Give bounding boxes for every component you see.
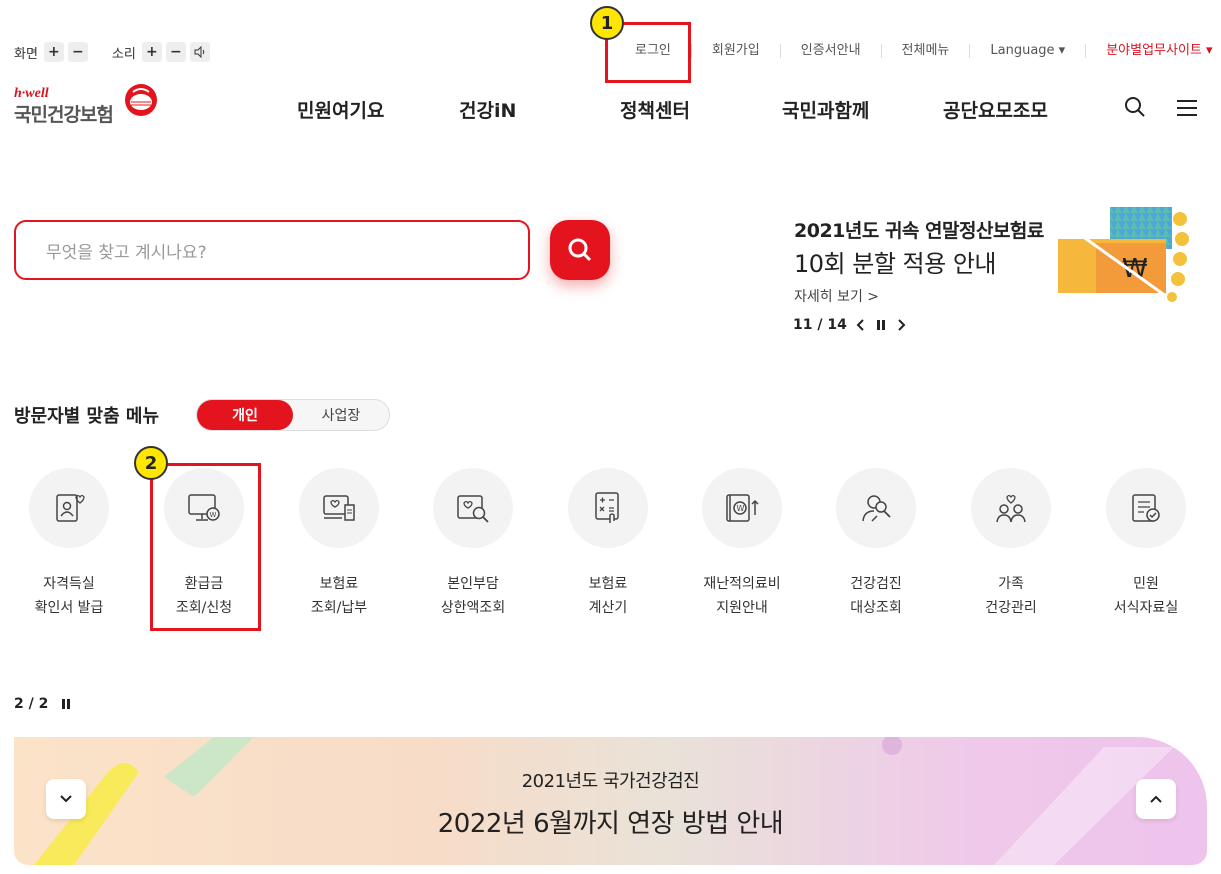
annotation-badge-2: 2 <box>134 446 168 480</box>
banner-down-button[interactable] <box>46 779 86 819</box>
service-civil-forms[interactable]: 민원 서식자료실 <box>1076 468 1216 620</box>
qualification-icon <box>56 494 85 522</box>
service-health-checkup[interactable]: 건강검진 대상조회 <box>806 468 946 620</box>
service-label-line2: 상한액조회 <box>440 600 506 616</box>
calculator-icon <box>595 492 619 523</box>
banner-more-link[interactable]: 자세히 보기 > <box>794 286 879 306</box>
hamburger-menu-icon[interactable] <box>1176 99 1198 117</box>
checkup-banner-title-1: 2021년도 국가건강검진 <box>521 771 700 792</box>
certificate-guide-link[interactable]: 인증서안내 <box>779 44 881 58</box>
service-label-line1: 보험료 <box>319 576 359 592</box>
chevron-down-icon <box>60 795 72 803</box>
service-label-line1: 재난적의료비 <box>703 576 781 592</box>
service-qualification[interactable]: 자격득실 확인서 발급 <box>0 468 139 620</box>
screen-zoom-out-button[interactable]: − <box>67 42 88 62</box>
service-disaster-medical[interactable]: W 재난적의료비 지원안내 <box>672 468 812 620</box>
search-input[interactable]: 무엇을 찾고 계시나요? <box>14 220 530 280</box>
language-select[interactable]: Language ▾ <box>969 44 1085 58</box>
nav-with-people[interactable]: 국민과함께 <box>782 96 869 123</box>
business-sites-select[interactable]: 분야별업무사이트 ▾ <box>1085 44 1213 58</box>
all-menu-link[interactable]: 전체메뉴 <box>880 44 970 58</box>
sound-label: 소리 <box>111 46 136 62</box>
forms-icon <box>1132 494 1160 522</box>
nav-corporation-info[interactable]: 공단요모조모 <box>943 96 1048 123</box>
annotation-badge-1: 1 <box>590 6 624 40</box>
service-label-line1: 보험료 <box>588 576 628 592</box>
quick-menu-total-pages: 2 <box>38 696 49 712</box>
copay-search-icon <box>457 495 489 523</box>
nav-civil-service[interactable]: 민원여기요 <box>297 96 384 123</box>
service-label-line2: 지원안내 <box>716 600 768 616</box>
service-premium-payment[interactable]: 보험료 조회/납부 <box>269 468 409 620</box>
service-label-line2: 확인서 발급 <box>34 600 104 616</box>
decorative-shapes <box>34 737 1174 865</box>
visitor-type-toggle: 개인 사업장 <box>196 399 390 431</box>
banner-pager: 11 / 14 <box>793 317 907 333</box>
service-premium-calculator[interactable]: 보험료 계산기 <box>538 468 678 620</box>
speaker-icon[interactable] <box>189 42 210 62</box>
nav-health-in[interactable]: 건강iN <box>459 96 516 123</box>
service-label-line2: 조회/납부 <box>310 600 368 616</box>
svg-text:W: W <box>737 504 745 513</box>
screen-zoom-in-button[interactable]: + <box>43 42 64 62</box>
service-label-line2: 계산기 <box>588 600 628 616</box>
banner-title-1: 2021년도 귀속 연말정산보험료 <box>794 220 1044 242</box>
service-label-line2: 서식자료실 <box>1113 600 1179 616</box>
pause-icon[interactable] <box>60 697 72 711</box>
service-label-line1: 가족 <box>998 576 1024 592</box>
checkup-banner[interactable]: 2021년도 국가건강검진 2022년 6월까지 연장 방법 안내 <box>14 737 1207 865</box>
service-label-line1: 건강검진 <box>850 576 902 592</box>
banner-title-2: 10회 분할 적용 안내 <box>794 250 997 278</box>
service-label-line2: 대상조회 <box>850 600 902 616</box>
screen-size-label: 화면 <box>14 46 38 62</box>
pause-icon[interactable] <box>875 318 887 332</box>
annotation-box-refund <box>150 463 261 631</box>
accessibility-controls: 화면 + − 소리 + − <box>14 42 214 62</box>
service-label-line1: 자격득실 <box>43 576 95 592</box>
quick-menu-pager: 2 / 2 <box>14 696 72 712</box>
search-button[interactable] <box>550 220 610 280</box>
disaster-medical-icon: W <box>726 494 759 522</box>
banner-total-pages: 14 <box>827 317 847 333</box>
family-health-icon <box>996 494 1026 523</box>
service-label-line1: 본인부담 <box>447 576 499 592</box>
utility-links: 로그인 회원가입 인증서안내 전체메뉴 Language ▾ 분야별업무사이트 … <box>615 44 1213 58</box>
sound-down-button[interactable]: − <box>165 42 186 62</box>
tab-business[interactable]: 사업장 <box>293 400 389 430</box>
quick-menu-current-page: 2 <box>14 696 24 712</box>
banner-current-page: 11 <box>793 317 813 333</box>
tab-personal[interactable]: 개인 <box>197 400 293 430</box>
prev-icon[interactable] <box>855 318 867 332</box>
premium-payment-icon <box>323 495 355 521</box>
visitor-menu-title: 방문자별 맞춤 메뉴 <box>14 406 160 427</box>
service-family-health[interactable]: 가족 건강관리 <box>941 468 1081 620</box>
chevron-up-icon <box>1150 795 1162 803</box>
checkup-banner-title-2: 2022년 6월까지 연장 방법 안내 <box>437 809 784 839</box>
search-icon[interactable] <box>1124 96 1146 118</box>
service-label-line2: 건강관리 <box>985 600 1037 616</box>
search-icon <box>568 238 592 262</box>
sound-up-button[interactable]: + <box>141 42 162 62</box>
health-checkup-icon <box>862 495 891 522</box>
won-money-illustration-icon: ₩ <box>1050 207 1189 302</box>
service-copay-limit[interactable]: 본인부담 상한액조회 <box>403 468 543 620</box>
signup-link[interactable]: 회원가입 <box>690 44 780 58</box>
next-icon[interactable] <box>895 318 907 332</box>
service-label-line1: 민원 <box>1133 576 1159 592</box>
main-navigation: 민원여기요 건강iN 정책센터 국민과함께 공단요모조모 <box>0 96 1221 126</box>
banner-up-button[interactable] <box>1136 779 1176 819</box>
nav-policy-center[interactable]: 정책센터 <box>620 96 690 123</box>
